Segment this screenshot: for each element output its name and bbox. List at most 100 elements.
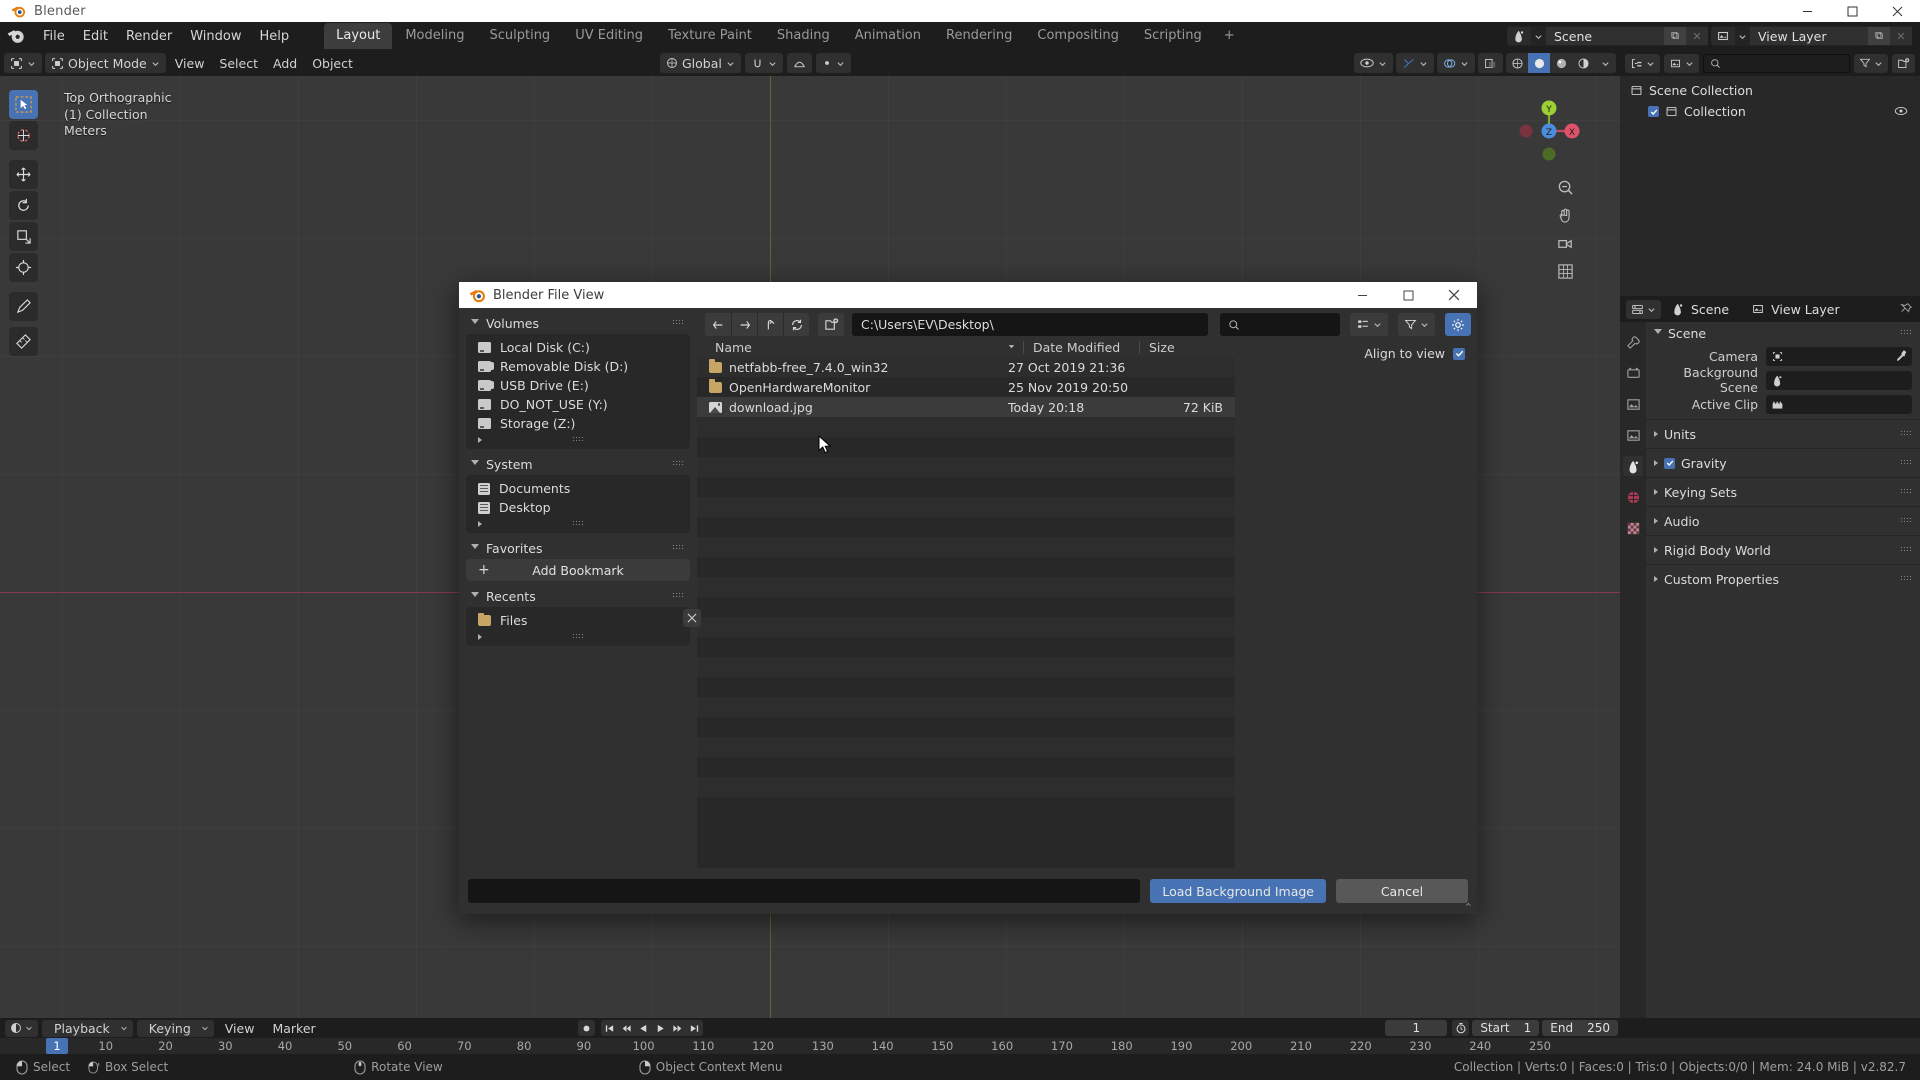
table-row-empty[interactable] — [697, 677, 1235, 697]
sidebar-section-system-header[interactable]: System — [466, 453, 690, 475]
tool-measure[interactable] — [9, 327, 38, 356]
file-dialog-minimize-button[interactable] — [1339, 282, 1385, 308]
recents-expand-row[interactable] — [466, 630, 690, 644]
cancel-button[interactable]: Cancel — [1336, 879, 1468, 903]
tab-view-layer[interactable] — [1623, 425, 1643, 445]
maximize-button[interactable] — [1830, 0, 1875, 22]
sidebar-section-volumes-header[interactable]: Volumes — [466, 312, 690, 334]
tab-modeling[interactable]: Modeling — [393, 23, 476, 49]
xray-toggle[interactable] — [1478, 53, 1503, 73]
table-row-empty[interactable] — [697, 577, 1235, 597]
file-dialog-close-button[interactable] — [1431, 282, 1477, 308]
align-to-view-row[interactable]: Align to view — [1249, 346, 1465, 361]
zoom-icon[interactable] — [1554, 176, 1576, 198]
play-button[interactable] — [652, 1020, 669, 1036]
panel-units-header[interactable]: Units — [1646, 423, 1920, 445]
table-row-empty[interactable] — [697, 537, 1235, 557]
tab-tool[interactable] — [1623, 332, 1643, 352]
sidebar-section-favorites-header[interactable]: Favorites — [466, 537, 690, 559]
table-row-empty[interactable] — [697, 517, 1235, 537]
proportional-edit-toggle[interactable] — [786, 53, 812, 73]
drag-grip[interactable] — [672, 460, 684, 467]
drag-grip[interactable] — [572, 633, 584, 640]
overlays-toggle[interactable] — [1437, 53, 1475, 73]
align-to-view-checkbox[interactable] — [1453, 347, 1465, 360]
tab-texture-paint[interactable]: Texture Paint — [656, 23, 764, 49]
table-row-empty[interactable] — [697, 657, 1235, 677]
load-background-image-button[interactable]: Load Background Image — [1150, 879, 1326, 903]
viewport-menu-select[interactable]: Select — [213, 53, 264, 73]
properties-editor-type-button[interactable] — [1626, 299, 1661, 319]
table-row-empty[interactable] — [697, 797, 1235, 817]
viewport-menu-view[interactable]: View — [169, 53, 211, 73]
unlink-scene-button[interactable]: ✕ — [1686, 27, 1708, 45]
playhead[interactable]: 1 — [46, 1038, 68, 1054]
shading-material[interactable] — [1550, 53, 1572, 73]
snap-toggle[interactable] — [744, 53, 783, 73]
scene-name[interactable]: Scene — [1546, 27, 1664, 45]
file-dialog-maximize-button[interactable] — [1385, 282, 1431, 308]
blender-icon[interactable] — [6, 26, 26, 46]
add-workspace-button[interactable]: + — [1215, 23, 1244, 49]
viewport-menu-object[interactable]: Object — [306, 53, 359, 73]
drag-grip[interactable] — [1900, 459, 1912, 466]
column-header-date-modified[interactable]: Date Modified — [1033, 340, 1120, 355]
frame-start-field[interactable]: Start 1 — [1472, 1020, 1540, 1036]
back-button[interactable] — [705, 313, 731, 336]
table-row-empty[interactable] — [697, 737, 1235, 757]
table-row-empty[interactable] — [697, 597, 1235, 617]
drag-grip[interactable] — [1900, 329, 1912, 336]
system-item-documents[interactable]: Documents — [466, 479, 690, 498]
scene-selector[interactable]: Scene ⧉ ✕ — [1507, 26, 1708, 46]
tool-move[interactable] — [9, 160, 38, 189]
pan-hand-icon[interactable] — [1554, 204, 1576, 226]
eye-icon[interactable] — [1894, 105, 1908, 117]
shading-wireframe[interactable] — [1506, 53, 1528, 73]
visibility-dropdown[interactable] — [1354, 53, 1393, 73]
table-row-empty[interactable] — [697, 477, 1235, 497]
play-reverse-button[interactable] — [635, 1020, 652, 1036]
background-scene-field[interactable] — [1766, 370, 1912, 390]
tool-select-box[interactable] — [9, 90, 38, 119]
panel-gravity-header[interactable]: Gravity — [1646, 452, 1920, 474]
tab-world[interactable] — [1623, 487, 1643, 507]
panel-audio-header[interactable]: Audio — [1646, 510, 1920, 532]
minimize-button[interactable] — [1785, 0, 1830, 22]
camera-field[interactable] — [1766, 346, 1912, 366]
properties-breadcrumb-scene[interactable]: Scene — [1691, 302, 1729, 317]
tab-scene[interactable] — [1623, 456, 1643, 476]
tool-transform[interactable] — [9, 253, 38, 282]
shading-dropdown[interactable] — [1594, 53, 1616, 73]
use-preview-range-button[interactable] — [1452, 1020, 1470, 1036]
tab-scripting[interactable]: Scripting — [1132, 23, 1214, 49]
table-row[interactable]: netfabb-free_7.4.0_win32 27 Oct 2019 21:… — [697, 357, 1235, 377]
panel-scene-header[interactable]: Scene — [1646, 322, 1920, 344]
navigation-gizmo[interactable]: Y X Z — [1514, 96, 1584, 166]
tool-annotate[interactable] — [9, 292, 38, 321]
search-input[interactable] — [1220, 313, 1340, 336]
forward-button[interactable] — [731, 313, 757, 336]
drag-grip[interactable] — [1900, 517, 1912, 524]
volume-item-local-disk-c[interactable]: Local Disk (C:) — [466, 338, 690, 357]
volume-item-storage-z[interactable]: Storage (Z:) — [466, 414, 690, 433]
gravity-checkbox[interactable] — [1664, 457, 1675, 469]
outliner-search-input[interactable] — [1703, 53, 1850, 73]
tool-cursor[interactable] — [9, 121, 38, 150]
menu-render[interactable]: Render — [117, 26, 181, 47]
table-row-empty[interactable] — [697, 637, 1235, 657]
panel-rigid-body-world-header[interactable]: Rigid Body World — [1646, 539, 1920, 561]
interaction-mode-dropdown[interactable]: Object Mode — [45, 53, 166, 73]
proportional-falloff-dropdown[interactable] — [815, 53, 851, 73]
outliner-display-mode-dropdown[interactable] — [1664, 53, 1699, 73]
tab-shading[interactable]: Shading — [765, 23, 842, 49]
timeline-menu-view[interactable]: View — [218, 1020, 262, 1037]
outliner-row-scene-collection[interactable]: Scene Collection — [1620, 80, 1920, 101]
panel-keying-sets-header[interactable]: Keying Sets — [1646, 481, 1920, 503]
jump-to-end-button[interactable] — [686, 1020, 703, 1036]
shading-rendered[interactable] — [1572, 53, 1594, 73]
column-header-name[interactable]: Name — [715, 340, 752, 355]
table-row-empty[interactable] — [697, 457, 1235, 477]
tab-animation[interactable]: Animation — [843, 23, 933, 49]
menu-help[interactable]: Help — [251, 26, 299, 47]
table-row-empty[interactable] — [697, 757, 1235, 777]
